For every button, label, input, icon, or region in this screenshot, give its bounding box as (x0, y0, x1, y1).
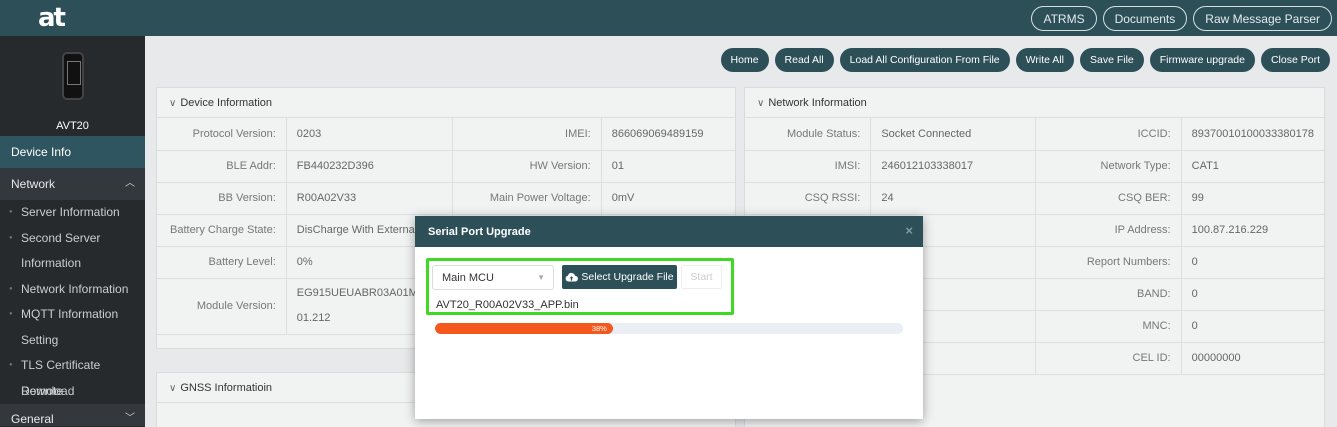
sidebar-subitem-network-information[interactable]: ● Network Information (0, 277, 145, 303)
bullet-icon: ● (9, 311, 13, 317)
bullet-icon: ● (9, 362, 13, 368)
serial-port-upgrade-dialog: Serial Port Upgrade × Main MCU ▼ Select … (415, 216, 923, 419)
table-row: BB Version: R00A02V33 Main Power Voltage: 0… (157, 182, 735, 215)
panel-header[interactable]: ∨ Device Information (157, 88, 735, 118)
mcu-select[interactable]: Main MCU ▼ (432, 265, 554, 290)
dialog-header: Serial Port Upgrade × (415, 216, 923, 247)
select-upgrade-file-button[interactable]: Select Upgrade File (562, 265, 677, 289)
select-upgrade-file-label: Select Upgrade File (581, 271, 674, 283)
bullet-icon: ● (9, 209, 13, 215)
sidebar-item-network[interactable]: Network ︿ (0, 168, 145, 200)
table-row: Module Status: Socket Connected ICCID: 8937… (745, 118, 1324, 151)
chevron-down-icon: ∨ (169, 383, 177, 394)
sidebar-subitem-label: Setting (21, 332, 59, 347)
sidebar-subitem-label: Server Information (21, 205, 120, 219)
bullet-icon: ● (9, 234, 13, 241)
sidebar-subitem-label: Information (21, 256, 82, 270)
panel-title: GNSS Informatioin (180, 382, 273, 394)
chevron-down-icon: ﹀ (125, 413, 135, 424)
sidebar-subitem-server-information[interactable]: ● Server Information (0, 200, 145, 226)
chevron-down-icon: ▼ (537, 273, 545, 282)
top-link-raw-message-parser[interactable]: Raw Message Parser (1193, 6, 1332, 31)
top-bar: at ATRMS Documents Raw Message Parser (0, 0, 1337, 36)
table-row: CSQ RSSI: 24 CSQ BER: 99 (745, 182, 1324, 215)
sidebar-subitem-tls-download[interactable]: Download (0, 379, 145, 405)
app-logo[interactable]: at (38, 5, 88, 31)
bullet-icon: ● (9, 285, 13, 292)
close-port-button[interactable]: Close Port (1260, 48, 1330, 72)
device-name: AVT20 (56, 120, 89, 132)
table-row: Protocol Version: 0203 IMEI: 86606906948915… (157, 118, 735, 151)
read-all-button[interactable]: Read All (774, 48, 834, 72)
device-image (61, 52, 84, 100)
toolbar: Home Read All Load All Configuration Fro… (720, 48, 1330, 72)
panel-title: Network Information (768, 97, 867, 109)
upgrade-progress-bar: 38% (435, 323, 903, 334)
sidebar-subitem-second-server-cont[interactable]: Information (0, 251, 145, 277)
chevron-up-icon: ︿ (125, 178, 135, 189)
device-card: AVT20 (0, 36, 145, 136)
sidebar-subitem-label: Network Information (21, 281, 129, 296)
sidebar-subitem-mqtt-information[interactable]: ● MQTT Information (0, 302, 145, 328)
sidebar-item-device-info[interactable]: Device Info (0, 136, 145, 168)
sidebar-subitem-second-server[interactable]: ● Second Server (0, 226, 145, 252)
start-button[interactable]: Start (681, 265, 722, 289)
top-link-atrms[interactable]: ATRMS (1031, 6, 1097, 31)
sidebar-item-label: Network (11, 177, 56, 191)
progress-fill: 38% (435, 323, 613, 334)
sidebar-subitem-mqtt-setting[interactable]: Setting (0, 328, 145, 354)
sidebar-subitem-label: Download (21, 383, 75, 398)
top-links: ATRMS Documents Raw Message Parser (1031, 6, 1332, 31)
write-all-button[interactable]: Write All (1015, 48, 1074, 72)
progress-text: 38% (591, 324, 607, 333)
sidebar-subitem-label: MQTT Information (21, 307, 119, 321)
chevron-down-icon: ∨ (169, 98, 177, 109)
load-configuration-button[interactable]: Load All Configuration From File (839, 48, 1010, 72)
sidebar-subitem-tls-certificate[interactable]: ● TLS Certificate Remote (0, 353, 145, 398)
sidebar: AVT20 Device Info Network ︿ ● Server Info… (0, 36, 145, 427)
selected-file-name: AVT20_R00A02V33_APP.bin (436, 299, 579, 311)
home-button[interactable]: Home (720, 48, 769, 72)
chevron-down-icon: ∨ (757, 98, 765, 109)
panel-header[interactable]: ∨ Network Information (745, 88, 1324, 118)
cloud-upload-icon (566, 272, 579, 282)
mcu-select-value: Main MCU (442, 271, 494, 284)
module-version-line-1: EG915UEUABR03A01M08_01 (296, 287, 427, 299)
sidebar-item-general[interactable]: General ﹀ (0, 404, 145, 426)
firmware-upgrade-button[interactable]: Firmware upgrade (1149, 48, 1255, 72)
top-link-documents[interactable]: Documents (1102, 6, 1188, 31)
sidebar-subitem-label: Second Server (21, 230, 101, 245)
sidebar-item-label: General (11, 412, 54, 426)
save-file-button[interactable]: Save File (1079, 48, 1144, 72)
panel-title: Device Information (180, 97, 273, 109)
dialog-title: Serial Port Upgrade (428, 225, 531, 238)
close-icon[interactable]: × (905, 224, 913, 238)
table-row: IMSI: 246012103338017 Network Type: CAT1 (745, 150, 1324, 183)
table-row: BLE Addr: FB440232D396 HW Version: 01 (157, 150, 735, 183)
